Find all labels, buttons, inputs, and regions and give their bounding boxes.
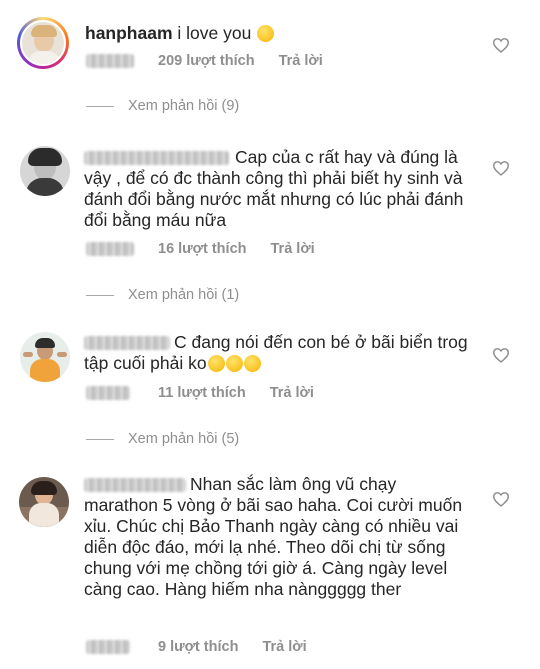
username-blurred[interactable] [84,336,170,351]
avatar[interactable] [17,17,69,69]
comment-body: Nhan sắc làm ông vũ chạy marathon 5 vòng… [84,474,463,599]
heart-icon[interactable] [492,160,510,176]
heart-icon[interactable] [492,37,510,53]
likes-count[interactable]: 16 lượt thích [158,241,247,257]
comment-meta: 16 lượt thích Trả lời [86,241,339,257]
heart-icon[interactable] [492,491,510,507]
divider [86,105,114,107]
comment-text: hanphaam i love you [85,23,465,44]
comment-4: Nhan sắc làm ông vũ chạy marathon 5 vòng… [0,460,540,669]
avatar[interactable] [19,477,69,527]
view-replies-button[interactable]: Xem phản hồi (5) [86,431,239,447]
view-replies-label: Xem phản hồi (5) [128,431,240,447]
likes-count[interactable]: 209 lượt thích [158,53,255,69]
view-replies-button[interactable]: Xem phản hồi (1) [86,287,239,303]
hushed-emoji-icon [257,25,275,42]
username-blurred[interactable] [84,151,229,166]
thinking-emoji-icon [207,355,225,372]
username-blurred[interactable] [84,478,186,493]
likes-count[interactable]: 11 lượt thích [158,385,246,401]
view-replies-label: Xem phản hồi (1) [128,287,240,303]
comment-2: Cap của c rất hay và đúng là vậy , để có… [0,130,540,310]
timestamp-blurred [86,242,134,257]
comment-text: C đang nói đến con bé ở bãi biển trog tậ… [84,332,484,374]
reply-button[interactable]: Trả lời [279,53,323,69]
comment-meta: 209 lượt thích Trả lời [86,53,347,69]
thinking-emoji-icon [225,355,243,372]
divider [86,438,114,440]
comment-1: hanphaam i love you 209 lượt thích Trả lờ… [0,0,540,118]
avatar[interactable] [20,146,70,196]
divider [86,294,114,296]
reply-button[interactable]: Trả lời [262,639,306,655]
comment-meta: 11 lượt thích Trả lời [86,385,338,401]
reply-button[interactable]: Trả lời [270,385,314,401]
heart-icon[interactable] [492,347,510,363]
avatar[interactable] [20,332,70,382]
view-replies-label: Xem phản hồi (9) [128,98,240,114]
username[interactable]: hanphaam [85,23,173,43]
likes-count[interactable]: 9 lượt thích [158,639,238,655]
comment-meta: 9 lượt thích Trả lời [86,639,331,655]
comment-body: i love you [177,23,252,43]
comment-text: Cap của c rất hay và đúng là vậy , để có… [84,147,482,231]
reply-button[interactable]: Trả lời [271,241,315,257]
thinking-emoji-icon [243,355,261,372]
timestamp-blurred [86,386,130,401]
comment-3: C đang nói đến con bé ở bãi biển trog tậ… [0,320,540,450]
timestamp-blurred [86,640,130,655]
comment-text: Nhan sắc làm ông vũ chạy marathon 5 vòng… [84,474,470,600]
timestamp-blurred [86,54,134,69]
view-replies-button[interactable]: Xem phản hồi (9) [86,98,239,114]
